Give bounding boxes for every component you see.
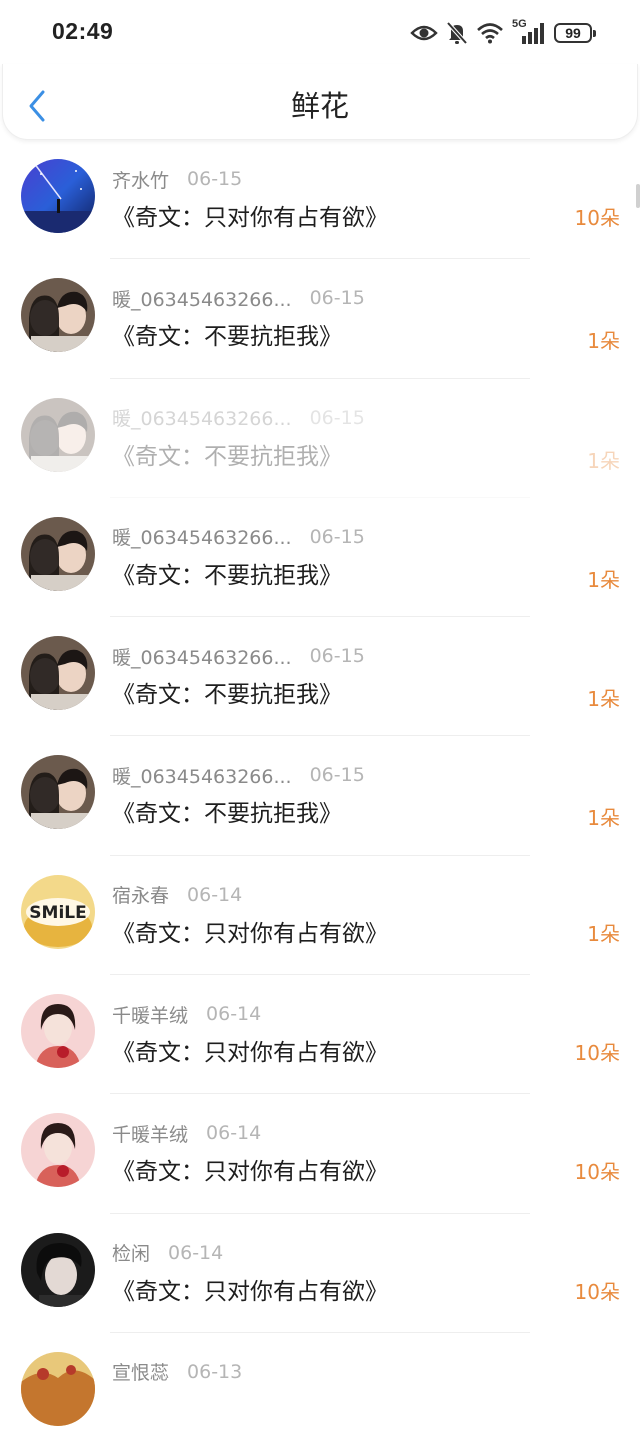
flower-count: 10朵 xyxy=(574,1279,620,1304)
user-name: 宿永春 xyxy=(112,885,170,908)
scrollbar-thumb[interactable] xyxy=(636,184,640,208)
flower-count: 1朵 xyxy=(587,806,620,831)
flower-gift-list: 齐水竹 06-15 《奇文：只对你有占有欲》 10朵 暖_06345463266… xyxy=(0,140,640,1452)
status-bar: 02:49 5G 99 xyxy=(0,0,640,64)
list-item[interactable]: 暖_06345463266... 06-15 《奇文：不要抗拒我》 1朵 xyxy=(0,259,640,379)
user-name: 宣恨蕊 xyxy=(112,1362,170,1385)
list-item[interactable]: 检闲 06-14 《奇文：只对你有占有欲》 10朵 xyxy=(0,1214,640,1333)
gift-date: 06-14 xyxy=(187,883,243,906)
book-title: 《奇文：不要抗拒我》 xyxy=(112,682,342,709)
battery-icon: 99 xyxy=(554,23,596,43)
gift-date: 06-14 xyxy=(206,1003,262,1026)
flower-count: 1朵 xyxy=(587,687,620,712)
list-item[interactable]: 暖_06345463266... 06-15 《奇文：不要抗拒我》 1朵 xyxy=(0,498,640,618)
book-title: 《奇文：不要抗拒我》 xyxy=(112,801,342,828)
avatar[interactable]: SMiLE xyxy=(21,874,95,949)
list-item[interactable]: 暖_06345463266... 06-15 《奇文：不要抗拒我》 1朵 xyxy=(0,736,640,856)
avatar[interactable] xyxy=(21,1113,95,1188)
user-name: 齐水竹 xyxy=(112,169,170,192)
avatar[interactable] xyxy=(21,159,95,233)
gift-date: 06-15 xyxy=(309,764,365,787)
user-name: 暖_06345463266... xyxy=(112,408,292,431)
book-title: 《奇文：只对你有占有欲》 xyxy=(112,1278,388,1305)
flower-count: 1朵 xyxy=(587,448,620,473)
avatar[interactable] xyxy=(21,278,95,353)
gift-date: 06-15 xyxy=(309,525,365,548)
user-name: 暖_06345463266... xyxy=(112,765,292,788)
flower-count: 10朵 xyxy=(574,1160,620,1185)
book-title: 《奇文：只对你有占有欲》 xyxy=(112,920,388,947)
smile-logo-text: SMiLE xyxy=(29,903,86,923)
page-title: 鲜花 xyxy=(290,89,349,123)
flower-count: 10朵 xyxy=(574,206,620,230)
network-type: 5G xyxy=(512,18,527,30)
avatar[interactable] xyxy=(21,994,95,1069)
book-title: 《奇文：只对你有占有欲》 xyxy=(112,205,388,231)
cellular-signal-icon: 5G xyxy=(512,18,546,45)
flower-count: 1朵 xyxy=(587,567,620,592)
list-item[interactable]: SMiLE 宿永春 06-14 《奇文：只对你有占有欲》 1朵 xyxy=(0,856,640,976)
status-icons: 5G 99 xyxy=(410,18,596,48)
list-item[interactable]: 千暖羊绒 06-14 《奇文：只对你有占有欲》 10朵 xyxy=(0,975,640,1095)
gift-date: 06-14 xyxy=(206,1122,262,1145)
list-item[interactable]: 暖_06345463266... 06-15 《奇文：不要抗拒我》 1朵 xyxy=(0,379,640,498)
user-name: 千暖羊绒 xyxy=(112,1123,189,1146)
book-title: 《奇文：不要抗拒我》 xyxy=(112,324,342,351)
flower-count: 1朵 xyxy=(587,921,620,946)
wifi-icon xyxy=(476,22,504,44)
gift-date: 06-15 xyxy=(309,645,365,668)
avatar[interactable] xyxy=(21,397,95,472)
book-title: 《奇文：不要抗拒我》 xyxy=(112,562,342,589)
gift-date: 06-15 xyxy=(309,406,365,429)
avatar[interactable] xyxy=(21,1232,95,1307)
bell-off-icon xyxy=(446,21,468,45)
book-title: 《奇文：不要抗拒我》 xyxy=(112,443,342,470)
user-name: 暖_06345463266... xyxy=(112,527,292,550)
gift-date: 06-14 xyxy=(168,1241,224,1264)
gift-date: 06-15 xyxy=(187,168,243,190)
gift-date: 06-13 xyxy=(187,1360,243,1383)
book-title: 《奇文：只对你有占有欲》 xyxy=(112,1040,388,1067)
avatar[interactable] xyxy=(21,636,95,711)
user-name: 千暖羊绒 xyxy=(112,1004,189,1027)
list-item[interactable]: 宣恨蕊 06-13 xyxy=(0,1333,640,1452)
nav-bar: 鲜花 xyxy=(2,64,638,140)
flower-count: 10朵 xyxy=(574,1041,620,1066)
book-title: 《奇文：只对你有占有欲》 xyxy=(112,1159,388,1186)
avatar[interactable] xyxy=(21,516,95,591)
user-name: 暖_06345463266... xyxy=(112,288,292,311)
eye-icon xyxy=(410,23,438,43)
status-time: 02:49 xyxy=(52,18,114,44)
avatar[interactable] xyxy=(21,1351,95,1426)
user-name: 暖_06345463266... xyxy=(112,646,292,669)
flower-count: 1朵 xyxy=(587,329,620,354)
user-name: 检闲 xyxy=(112,1243,151,1266)
list-item[interactable]: 千暖羊绒 06-14 《奇文：只对你有占有欲》 10朵 xyxy=(0,1094,640,1214)
list-item[interactable]: 齐水竹 06-15 《奇文：只对你有占有欲》 10朵 xyxy=(0,140,640,260)
avatar[interactable] xyxy=(21,755,95,830)
gift-date: 06-15 xyxy=(309,287,365,310)
list-item[interactable]: 暖_06345463266... 06-15 《奇文：不要抗拒我》 1朵 xyxy=(0,617,640,737)
battery-level: 99 xyxy=(565,25,581,41)
